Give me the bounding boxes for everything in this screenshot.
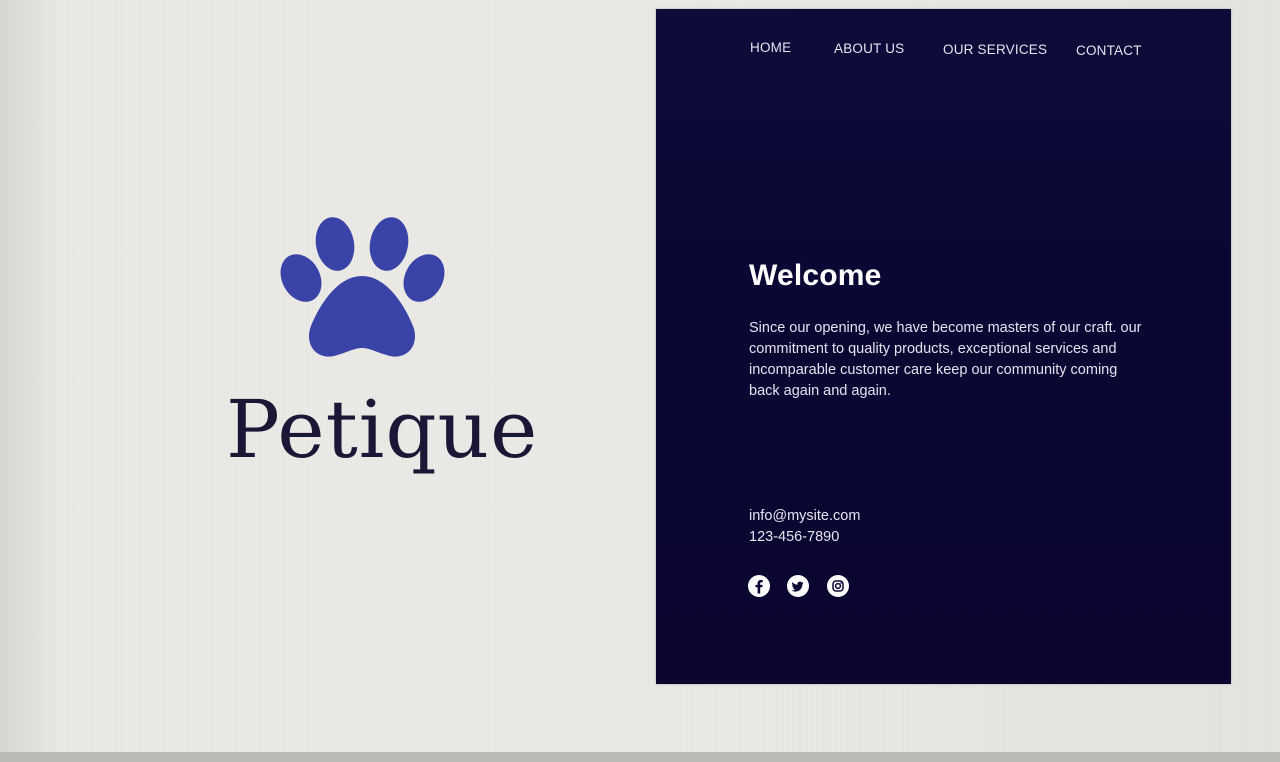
welcome-title: Welcome (749, 259, 882, 292)
screen: Petique HOME ABOUT US OUR SERVICES CONTA… (0, 0, 1280, 762)
welcome-text: Since our opening, we have become master… (749, 320, 1142, 399)
facebook-icon[interactable] (748, 575, 770, 597)
brand-panel: Petique (0, 0, 655, 700)
nav-home[interactable]: HOME (750, 40, 791, 55)
nav-about-us[interactable]: ABOUT US (834, 41, 904, 56)
contact-phone: 123-456-7890 (749, 529, 840, 545)
twitter-icon[interactable] (787, 575, 809, 597)
nav-contact[interactable]: CONTACT (1076, 43, 1142, 58)
contact-email[interactable]: info@mysite.com (749, 506, 860, 526)
bottom-bezel (0, 752, 1280, 762)
welcome-panel: HOME ABOUT US OUR SERVICES CONTACT Welco… (656, 9, 1231, 684)
instagram-icon[interactable] (827, 575, 849, 597)
main-nav: HOME ABOUT US OUR SERVICES CONTACT (656, 39, 1231, 61)
paw-print-icon (280, 217, 445, 357)
brand-name: Petique (226, 383, 539, 476)
nav-our-services[interactable]: OUR SERVICES (943, 42, 1047, 57)
